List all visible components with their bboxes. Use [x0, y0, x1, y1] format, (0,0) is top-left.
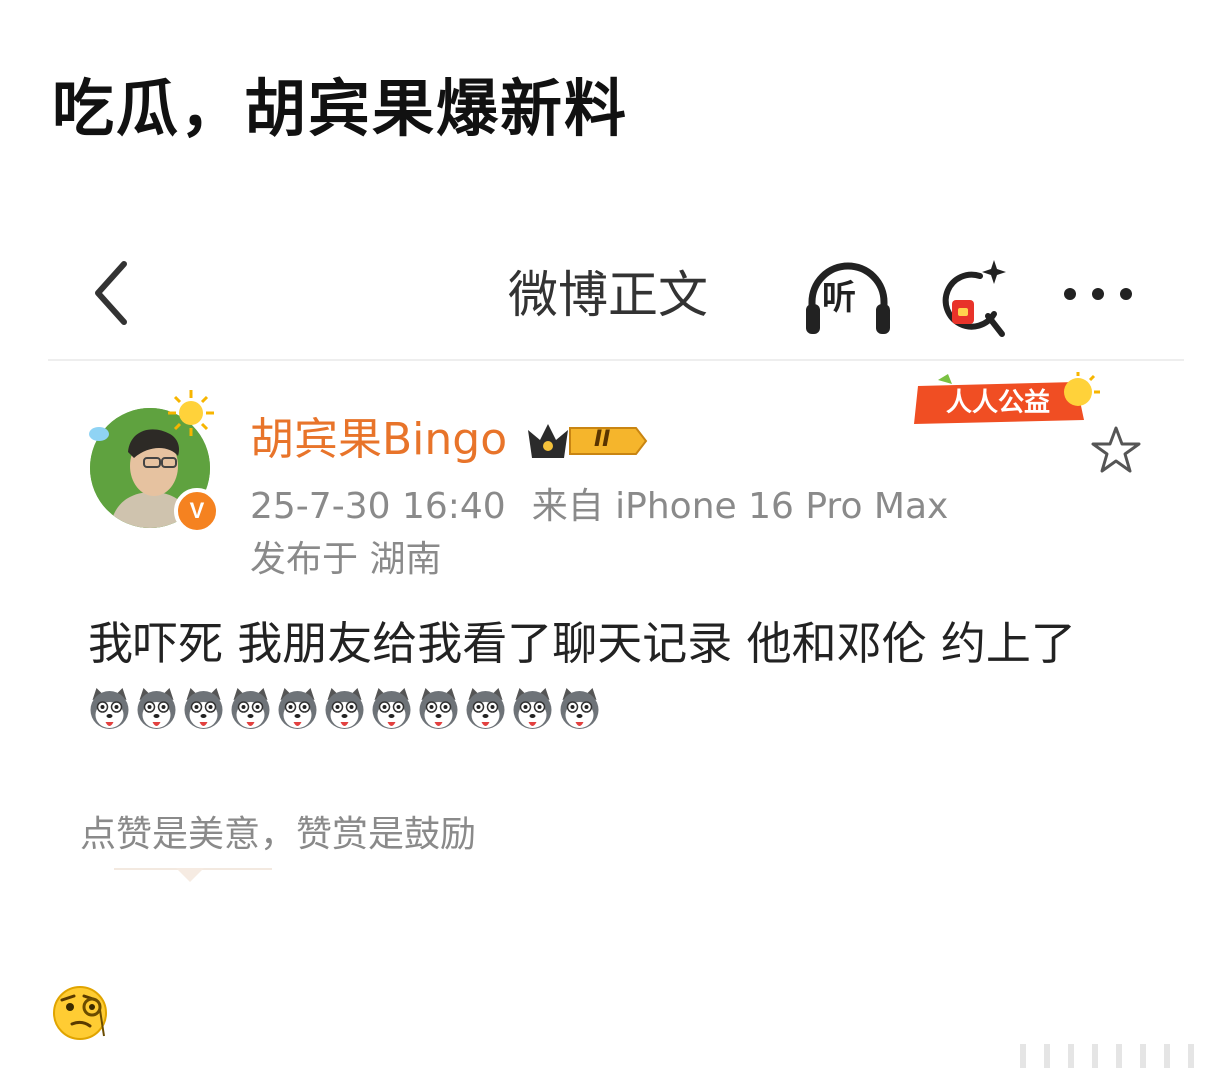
post-timestamp: 25-7-30 16:40: [250, 486, 506, 527]
husky-emoji: [137, 688, 176, 729]
husky-emoji: [184, 688, 223, 729]
more-button[interactable]: [1058, 274, 1138, 314]
charity-badge[interactable]: 人人公益: [908, 372, 1104, 432]
watermark-stripes: [1020, 1044, 1194, 1068]
back-button[interactable]: [88, 258, 138, 328]
more-icon: [1064, 288, 1132, 300]
reward-caret: [176, 868, 204, 882]
emoji-row: [86, 686, 686, 734]
husky-emoji: [419, 688, 458, 729]
username[interactable]: 胡宾果Bingo: [250, 410, 507, 470]
post-body: 我吓死 我朋友给我看了聊天记录 他和邓伦 约上了: [88, 617, 1076, 670]
page-title: 微博正文: [508, 266, 708, 324]
post-location: 发布于 湖南: [250, 539, 442, 580]
post-source: 来自 iPhone 16 Pro Max: [531, 486, 949, 527]
headline: 吃瓜，胡宾果爆新料: [52, 72, 629, 145]
verified-badge: V: [174, 488, 220, 534]
sun-icon: [168, 390, 214, 436]
search-icon: [942, 260, 1006, 337]
back-icon: [95, 261, 127, 325]
husky-emoji: [466, 688, 505, 729]
listen-label: 听: [822, 278, 856, 318]
charity-label: 人人公益: [946, 388, 1051, 418]
post-meta: 25-7-30 16:40 来自 iPhone 16 Pro Max: [250, 484, 948, 530]
listen-button[interactable]: 听: [802, 258, 894, 342]
cloud-icon: [89, 427, 109, 441]
husky-emoji: [90, 688, 129, 729]
vip-badge[interactable]: II: [524, 416, 648, 466]
vip-level: II: [594, 427, 611, 452]
thinking-emoji-icon: [50, 980, 116, 1042]
divider: [48, 359, 1184, 361]
crown-icon: [528, 424, 648, 458]
search-button[interactable]: [938, 254, 1012, 344]
star-icon: [1091, 426, 1141, 473]
husky-emoji: [278, 688, 317, 729]
navbar: 微博正文 听: [0, 240, 1228, 350]
husky-emoji: [231, 688, 270, 729]
husky-emoji: [325, 688, 364, 729]
husky-emoji: [372, 688, 411, 729]
husky-emoji: [513, 688, 552, 729]
favorite-button[interactable]: [1088, 424, 1144, 476]
reward-prompt[interactable]: 点赞是美意，赞赏是鼓励: [80, 810, 476, 860]
husky-emoji: [560, 688, 599, 729]
avatar[interactable]: V: [86, 390, 222, 534]
